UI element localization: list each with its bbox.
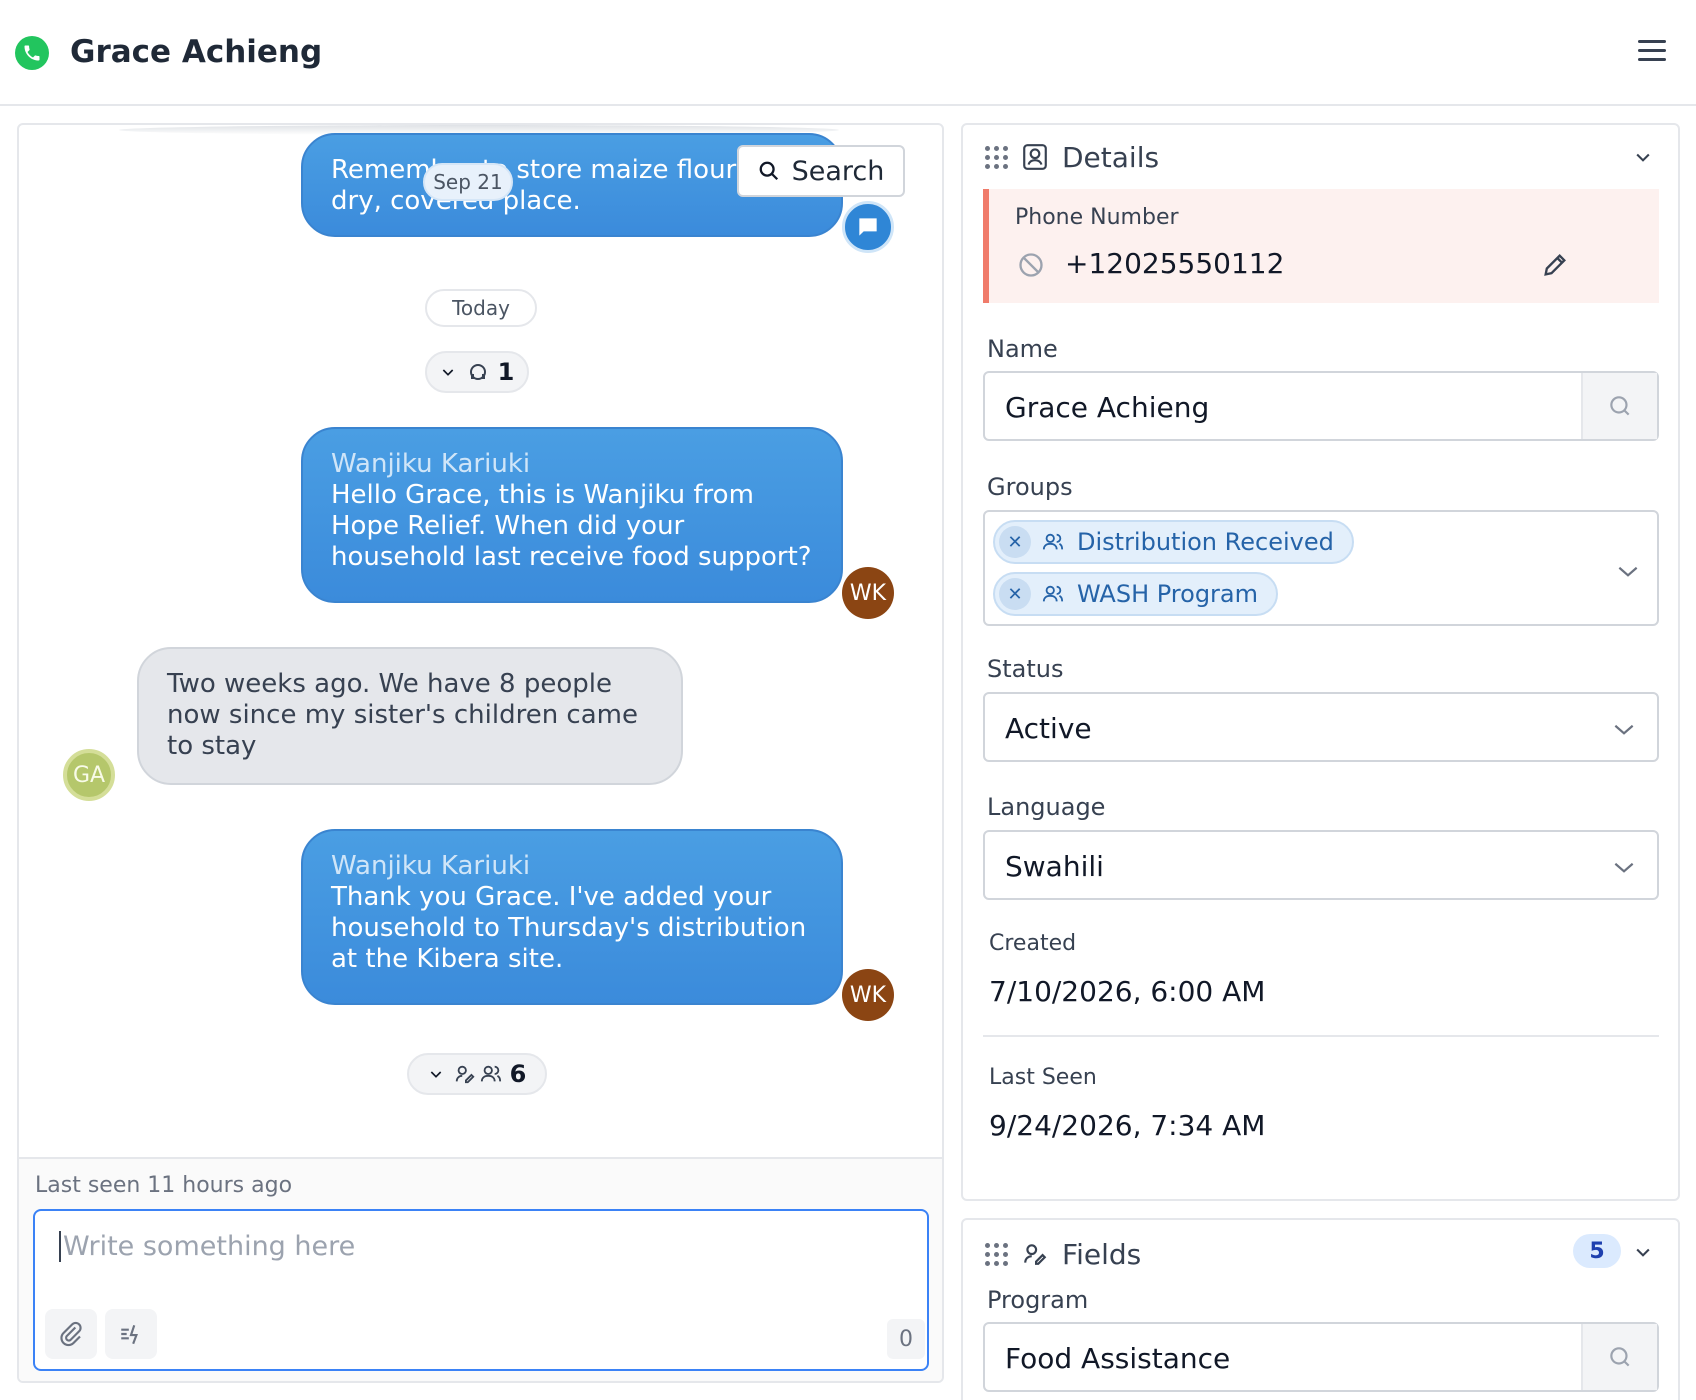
pencil-icon[interactable]: [1541, 251, 1569, 279]
search-icon: [1610, 1347, 1630, 1367]
events-toggle[interactable]: 1: [425, 351, 529, 393]
search-icon: [1610, 396, 1630, 416]
date-separator-label: Today: [452, 296, 510, 320]
quick-replies-button[interactable]: [105, 1309, 157, 1359]
program-label: Program: [987, 1286, 1089, 1314]
details-title: Details: [1062, 140, 1160, 174]
message-input[interactable]: Write something here 0: [33, 1209, 929, 1371]
created-value: 7/10/2026, 6:00 AM: [989, 975, 1266, 1008]
language-select[interactable]: Swahili: [983, 830, 1659, 900]
divider: [983, 1035, 1659, 1037]
blocked-icon: [1019, 253, 1043, 277]
fields-count-badge: 5: [1573, 1234, 1621, 1268]
fields-panel: Fields 5 Program Food Assistance: [961, 1218, 1680, 1400]
search-button-label: Search: [791, 155, 885, 187]
chevron-down-icon: [1614, 724, 1634, 735]
language-value: Swahili: [1005, 850, 1104, 883]
chevron-down-icon[interactable]: [1615, 558, 1641, 584]
status-value: Active: [1005, 712, 1092, 745]
message-text: Two weeks ago. We have 8 people now sinc…: [167, 669, 638, 761]
date-separator: Sep 21: [423, 163, 513, 201]
message-text: Remember to store maize flour in a dry, …: [331, 155, 793, 216]
fields-title: Fields: [1062, 1237, 1142, 1271]
name-label: Name: [987, 335, 1058, 363]
group-chip-label: WASH Program: [1077, 580, 1259, 608]
composer: Last seen 11 hours ago Write something h…: [19, 1157, 942, 1381]
avatar: GA: [63, 749, 115, 801]
remove-chip-icon[interactable]: ✕: [999, 578, 1031, 610]
events-count: 6: [509, 1060, 527, 1088]
chevron-down-icon: [442, 369, 453, 376]
message-bubble-outgoing: Wanjiku Kariuki Thank you Grace. I've ad…: [301, 829, 843, 1005]
status-select[interactable]: Active: [983, 692, 1659, 762]
phone-number-field: Phone Number +12025550112: [983, 189, 1659, 303]
name-lookup-button[interactable]: [1581, 373, 1657, 439]
agent-icon: [469, 364, 486, 380]
message-input-placeholder: Write something here: [59, 1231, 355, 1262]
phone-icon: [15, 36, 49, 70]
last-seen-label: Last Seen: [989, 1065, 1097, 1090]
group-icon: [1041, 531, 1065, 553]
group-chip-label: Distribution Received: [1077, 528, 1334, 556]
language-label: Language: [987, 793, 1106, 821]
chevron-down-icon: [1614, 862, 1634, 873]
group-chip: ✕ WASH Program: [993, 572, 1279, 616]
message-sender: Wanjiku Kariuki: [331, 449, 531, 479]
group-icon: [1041, 583, 1065, 605]
name-field[interactable]: Grace Achieng: [983, 371, 1659, 441]
search-button[interactable]: Search: [737, 145, 905, 197]
message-bubble-incoming: Two weeks ago. We have 8 people now sinc…: [137, 647, 683, 785]
group-chip: ✕ Distribution Received: [993, 520, 1354, 564]
chevron-down-icon: [430, 1071, 441, 1078]
paperclip-icon: [60, 1321, 82, 1347]
fields-header[interactable]: Fields: [985, 1234, 1141, 1274]
message-sender: Wanjiku Kariuki: [331, 851, 531, 881]
field-edit-icon: [455, 1065, 475, 1084]
events-count: 1: [497, 358, 515, 386]
program-value: Food Assistance: [1005, 1342, 1231, 1375]
date-separator-label: Sep 21: [433, 170, 503, 194]
phone-number-label: Phone Number: [1015, 205, 1179, 230]
chevron-down-icon[interactable]: [1633, 147, 1653, 167]
drag-handle-icon[interactable]: [985, 145, 1008, 169]
name-value: Grace Achieng: [1005, 391, 1210, 424]
message-bubble-outgoing: Wanjiku Kariuki Hello Grace, this is Wan…: [301, 427, 843, 603]
message-text: Thank you Grace. I've added your househo…: [331, 882, 807, 974]
search-icon: [759, 161, 778, 181]
remove-chip-icon[interactable]: ✕: [999, 526, 1031, 558]
attach-button[interactable]: [45, 1309, 97, 1359]
events-toggle[interactable]: 6: [407, 1053, 547, 1095]
lightning-icon: [121, 1324, 138, 1345]
groups-label: Groups: [987, 473, 1073, 501]
details-panel: Details Phone Number +12025550112 Name G…: [961, 123, 1680, 1201]
details-header[interactable]: Details: [985, 137, 1159, 177]
hamburger-menu-icon[interactable]: [1638, 40, 1666, 66]
date-separator: Today: [425, 289, 537, 327]
broadcast-avatar: [842, 201, 894, 253]
app-header: Grace Achieng: [0, 0, 1696, 106]
contact-card-icon: [1023, 144, 1047, 170]
chevron-down-icon[interactable]: [1633, 1242, 1653, 1262]
phone-number-value: +12025550112: [1065, 247, 1285, 280]
last-seen-text: Last seen 11 hours ago: [35, 1173, 293, 1198]
created-label: Created: [989, 931, 1077, 956]
program-lookup-button[interactable]: [1581, 1324, 1657, 1390]
avatar: WK: [842, 969, 894, 1021]
status-label: Status: [987, 655, 1064, 683]
program-field[interactable]: Food Assistance: [983, 1322, 1659, 1392]
group-icon: [480, 1065, 501, 1082]
avatar: WK: [842, 567, 894, 619]
character-counter: 0: [887, 1319, 925, 1359]
contact-title: Grace Achieng: [70, 34, 323, 70]
field-edit-icon: [1024, 1244, 1047, 1265]
groups-multiselect[interactable]: ✕ Distribution Received ✕ WASH Program: [983, 510, 1659, 626]
message-text: Hello Grace, this is Wanjiku from Hope R…: [331, 480, 812, 572]
chat-bubble-icon: [859, 218, 877, 236]
last-seen-value: 9/24/2026, 7:34 AM: [989, 1109, 1266, 1142]
drag-handle-icon[interactable]: [985, 1242, 1008, 1266]
chat-panel: Remember to store maize flour in a dry, …: [17, 123, 944, 1383]
